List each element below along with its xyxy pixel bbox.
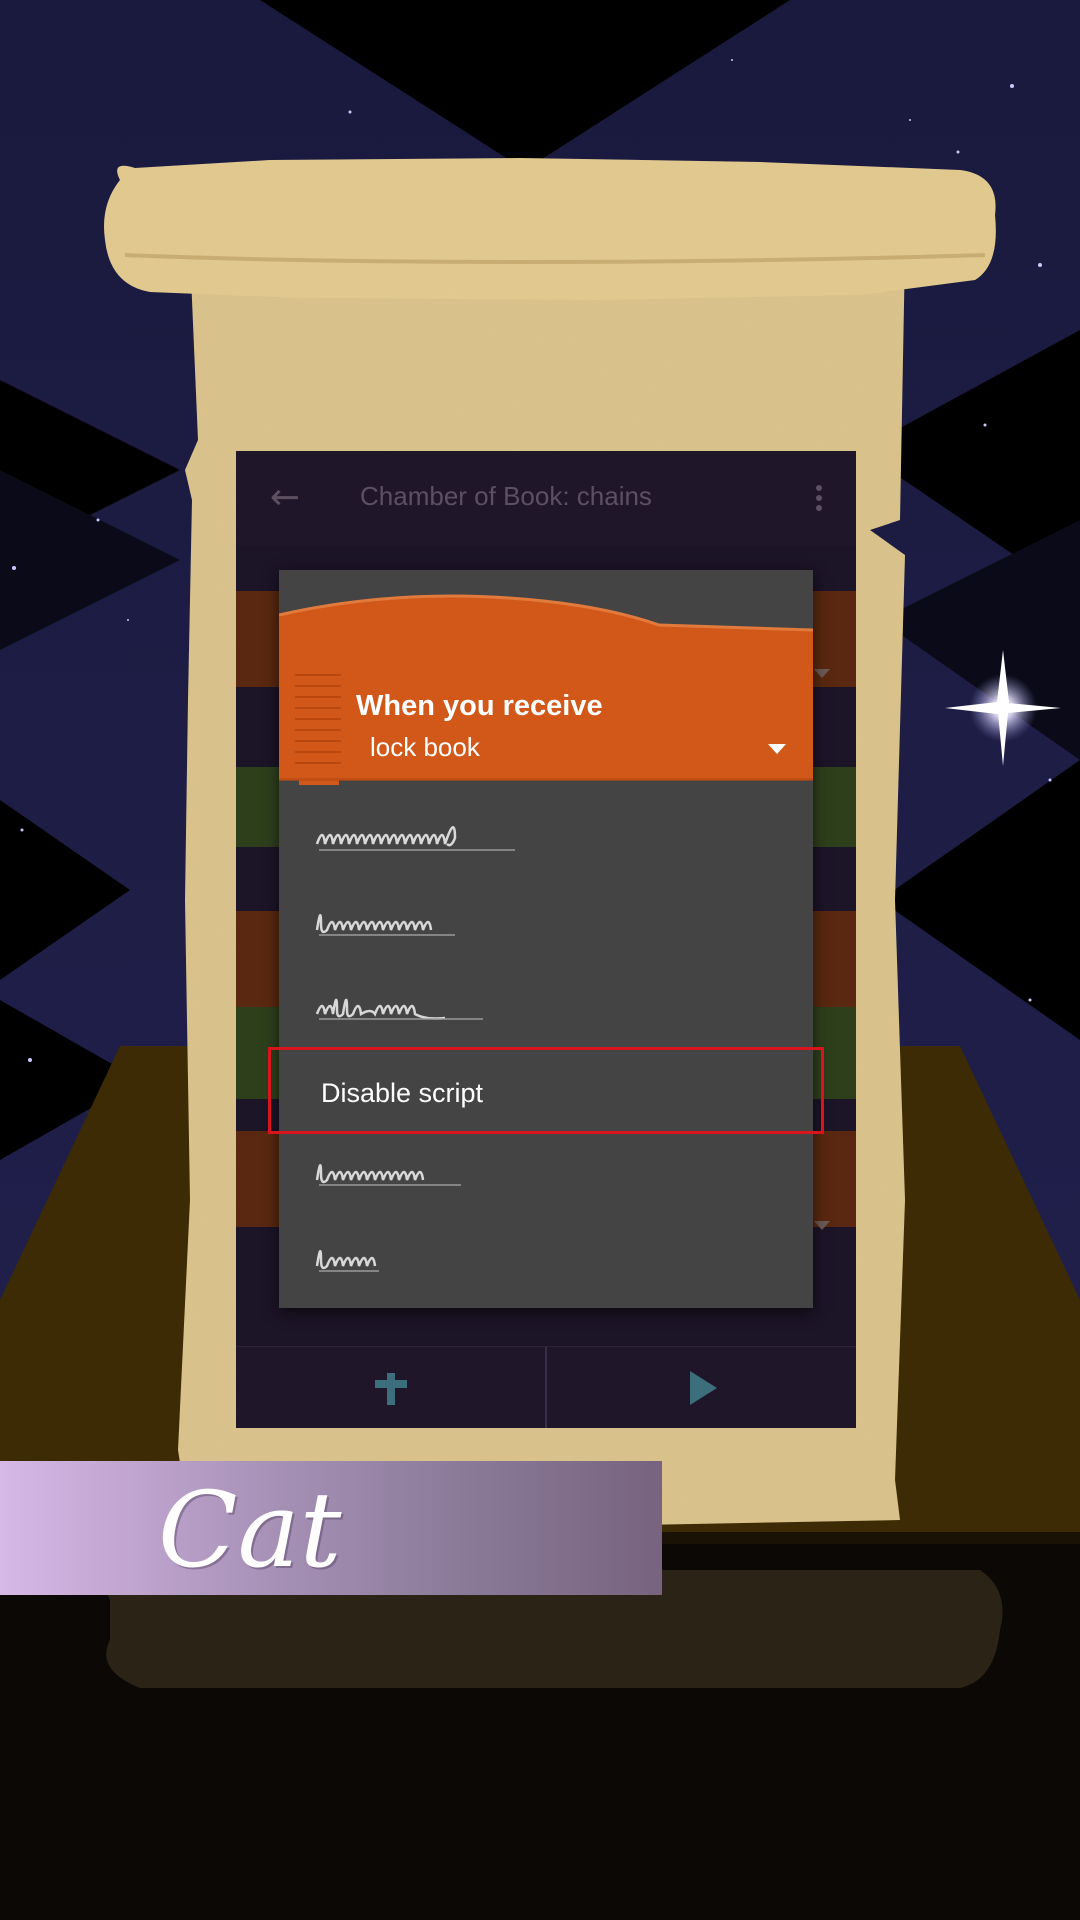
page-title: Chamber of Book: chains — [360, 481, 652, 511]
scribble-label — [315, 914, 455, 936]
selection-highlight — [268, 1047, 824, 1134]
dropdown-caret-icon[interactable] — [768, 744, 786, 754]
scribble-label — [315, 826, 515, 851]
character-banner: Cat — [0, 1461, 662, 1595]
dropdown-option[interactable] — [279, 1138, 813, 1220]
arrow-left-icon[interactable]: ← — [260, 473, 310, 523]
block-title: When you receive — [356, 690, 603, 722]
play-button[interactable] — [547, 1347, 856, 1428]
plus-icon — [375, 1373, 407, 1405]
dropdown-option[interactable] — [279, 1222, 813, 1304]
dropdown-option[interactable] — [279, 802, 813, 884]
app-bar: ← Chamber of Book: chains — [236, 451, 856, 546]
add-button[interactable] — [236, 1347, 546, 1428]
when-receive-block[interactable]: When you receive lock book — [279, 570, 813, 785]
dropdown-option[interactable] — [279, 886, 813, 968]
character-name: Cat — [158, 1469, 342, 1591]
more-vert-icon[interactable] — [804, 473, 834, 523]
selected-message: lock book — [370, 732, 480, 762]
bottom-bar — [236, 1346, 856, 1428]
scribble-label — [315, 998, 483, 1020]
scroll-roll — [104, 158, 996, 300]
message-dropdown-dialog: When you receive lock book Disable scrip… — [279, 570, 813, 1308]
dropdown-option[interactable] — [279, 970, 813, 1052]
play-icon — [690, 1371, 717, 1405]
scribble-label — [315, 1250, 379, 1272]
scribble-label — [315, 1164, 461, 1186]
